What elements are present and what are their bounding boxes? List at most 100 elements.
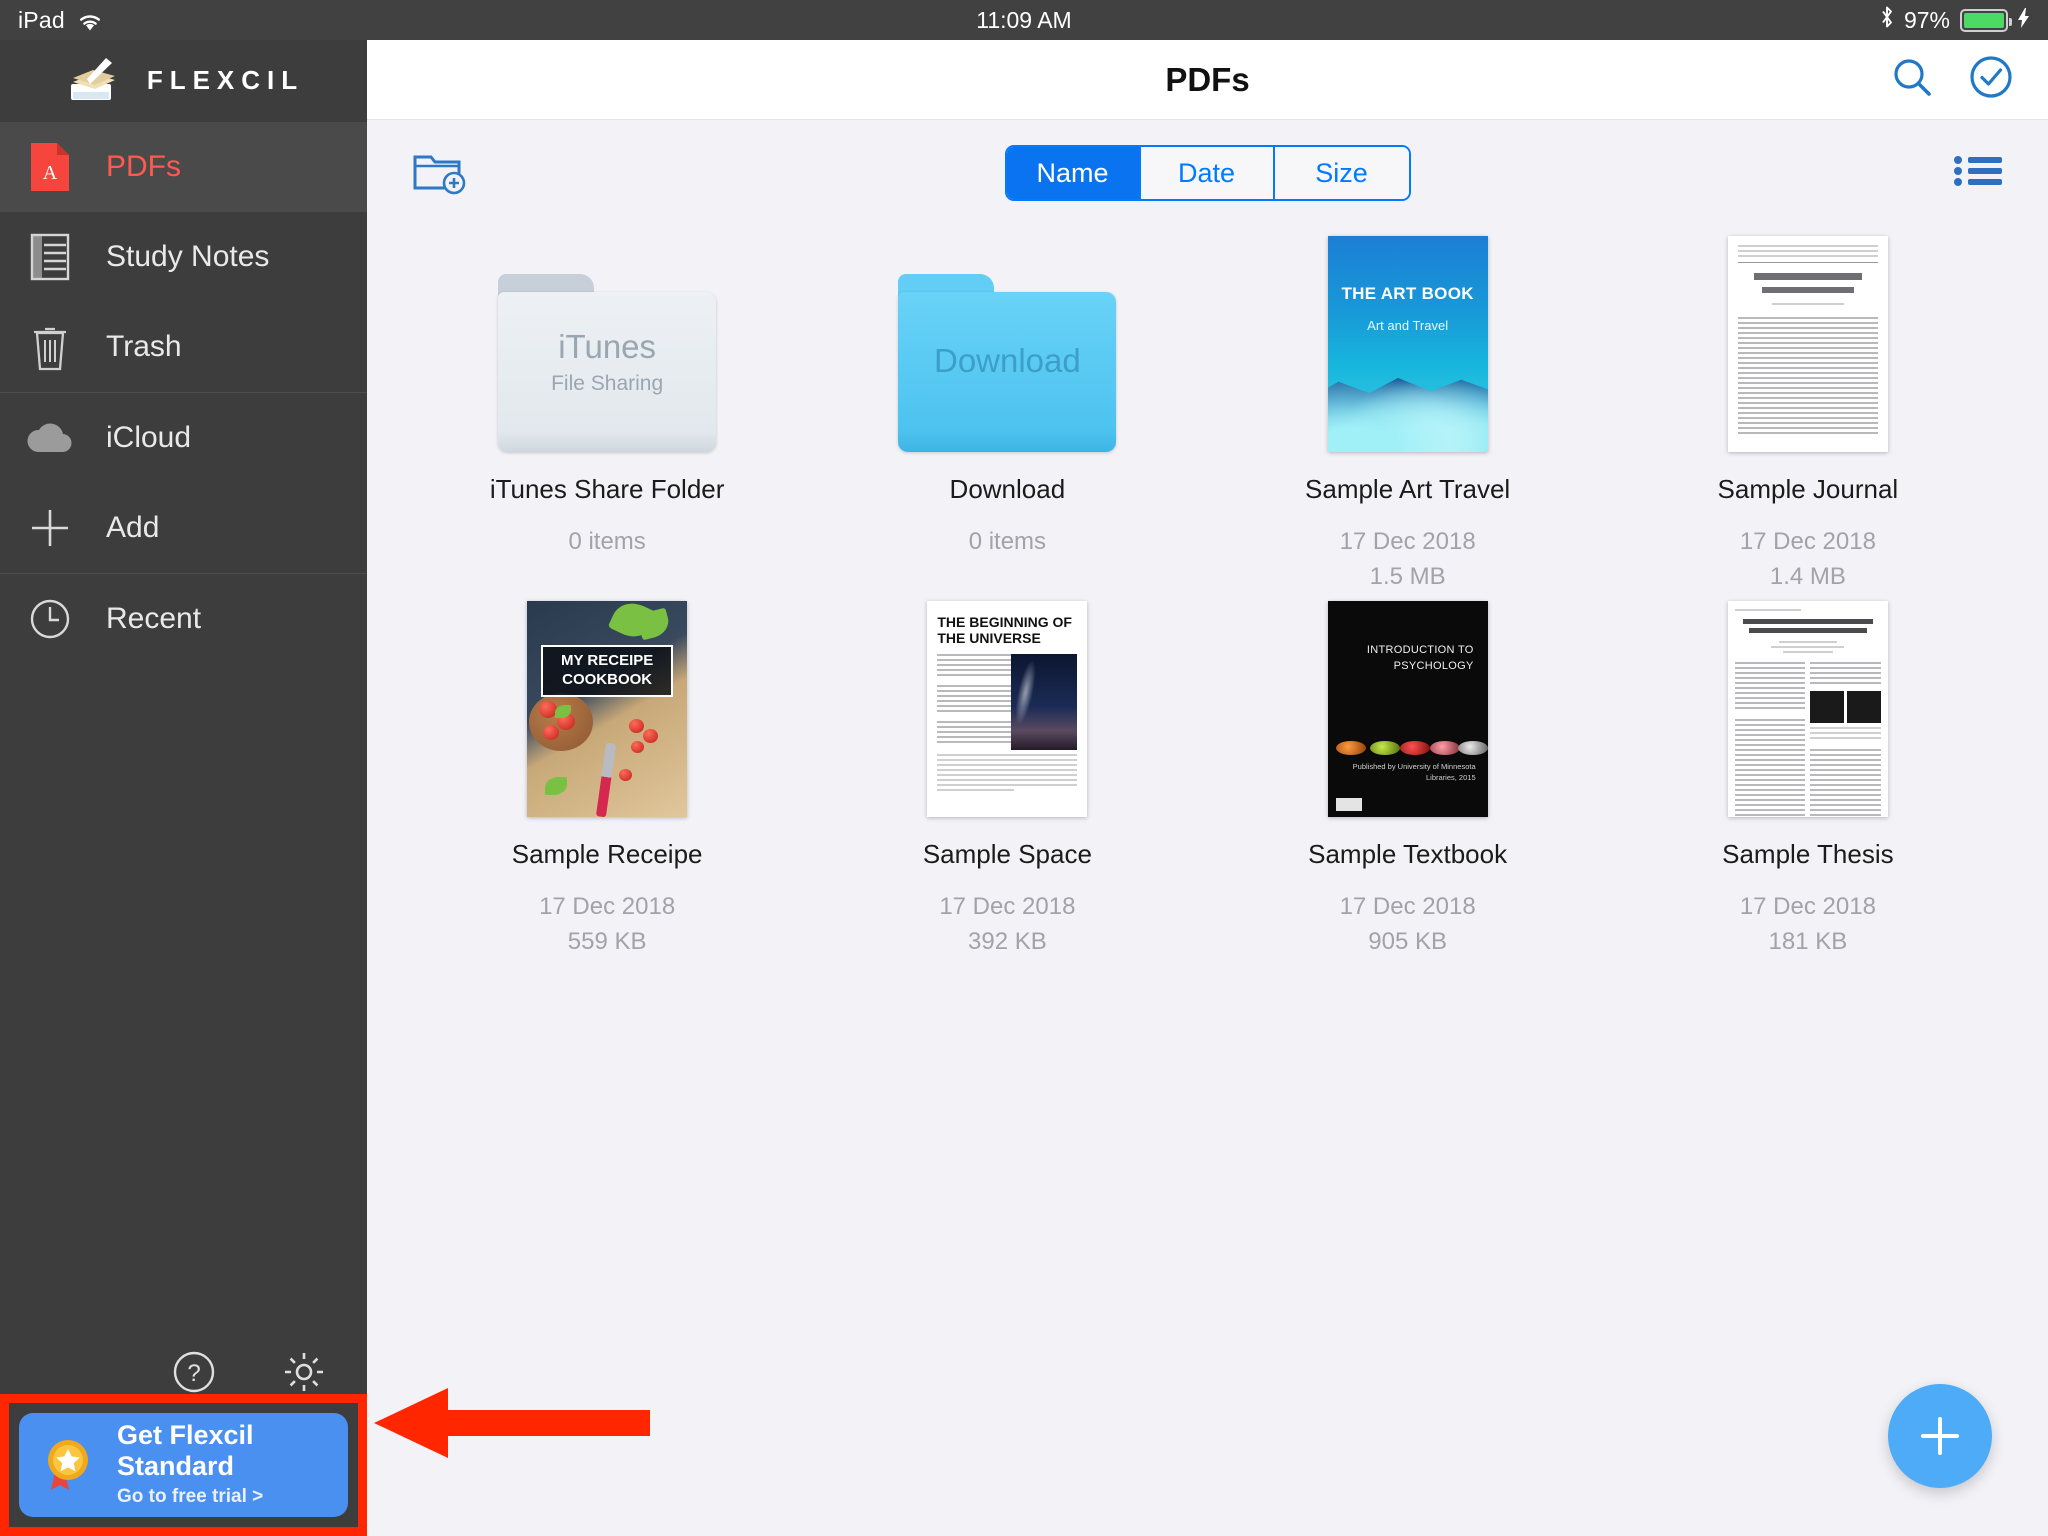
bluetooth-icon xyxy=(1880,5,1894,35)
file-item-sample-receipe[interactable]: MY RECEIPE COOKBOOK Sample Receipe 17 De… xyxy=(407,599,807,964)
page-title: PDFs xyxy=(1165,60,1250,98)
thumbnail: MY RECEIPE COOKBOOK xyxy=(527,599,688,817)
promo-text-group: Get Flexcil Standard Go to free trial > xyxy=(117,1420,330,1510)
file-grid: iTunes File Sharing iTunes Share Folder … xyxy=(367,226,2048,1536)
file-size: 905 KB xyxy=(1368,927,1447,955)
file-meta: 17 Dec 2018 181 KB xyxy=(1740,890,1876,960)
promo-highlight-box: Get Flexcil Standard Go to free trial > xyxy=(0,1394,367,1536)
status-bar-left: iPad xyxy=(18,7,103,34)
gear-icon[interactable] xyxy=(280,1348,328,1396)
file-size: 1.4 MB xyxy=(1769,562,1846,590)
promo-subtitle: Go to free trial > xyxy=(117,1486,264,1508)
sidebar-nav: A PDFs Study Notes Trash iCloud Add Rece… xyxy=(0,122,367,664)
file-meta: 0 items xyxy=(968,528,1047,555)
ipad-screen: iPad 11:09 AM 97% FLEXCIL A PDFs Study N… xyxy=(0,0,2048,1536)
sort-segmented-control[interactable]: Name Date Size xyxy=(1004,145,1411,201)
thumbnail: THE BEGINNING OF THE UNIVERSE xyxy=(927,599,1088,817)
file-item-sample-thesis[interactable]: Sample Thesis 17 Dec 2018 181 KB xyxy=(1608,599,2008,964)
plus-icon xyxy=(22,500,78,556)
file-meta: 0 items xyxy=(568,528,646,555)
cover-subtitle: Art and Travel xyxy=(1367,318,1449,333)
file-name: Sample Journal xyxy=(1717,474,1899,504)
plus-icon xyxy=(1921,1417,1959,1455)
cover-title: MY RECEIPE xyxy=(561,652,654,670)
battery-percent: 97% xyxy=(1903,6,1950,33)
thumbnail xyxy=(1727,234,1888,452)
thumbnail: iTunes File Sharing xyxy=(498,234,717,452)
sidebar-item-label: iCloud xyxy=(106,421,192,454)
file-size: 1.5 MB xyxy=(1369,562,1446,590)
thumbnail: THE ART BOOK Art and Travel xyxy=(1327,234,1488,452)
app-brand: FLEXCIL xyxy=(0,40,367,120)
pdf-cover-thesis xyxy=(1727,601,1888,817)
battery-icon xyxy=(1960,8,2012,32)
cover-subtitle: COOKBOOK xyxy=(562,671,653,688)
file-item-download[interactable]: Download Download 0 items xyxy=(807,234,1207,599)
file-size: 392 KB xyxy=(968,927,1047,955)
pdf-cover-art: THE ART BOOK Art and Travel xyxy=(1327,236,1488,452)
folder-label-main: Download xyxy=(933,342,1081,379)
toolbar: Name Date Size xyxy=(367,120,2048,226)
file-date: 17 Dec 2018 xyxy=(939,893,1076,920)
list-view-icon[interactable] xyxy=(1952,151,2004,196)
sidebar-item-trash[interactable]: Trash xyxy=(0,302,367,392)
thumbnail xyxy=(1727,599,1888,817)
clock-icon xyxy=(22,591,78,647)
folder-label-main: iTunes xyxy=(558,328,657,365)
file-date: 17 Dec 2018 xyxy=(1739,528,1876,555)
file-name: Sample Thesis xyxy=(1722,839,1894,869)
file-meta: 17 Dec 2018 392 KB xyxy=(939,890,1075,960)
sort-option-date[interactable]: Date xyxy=(1140,147,1275,199)
pdf-file-icon: A xyxy=(22,139,78,195)
file-item-sample-journal[interactable]: Sample Journal 17 Dec 2018 1.4 MB xyxy=(1608,234,2008,599)
file-name: Sample Receipe xyxy=(511,839,703,869)
pdf-cover-recipe: MY RECEIPE COOKBOOK xyxy=(527,601,688,817)
cover-title: INTRODUCTION TO PSYCHOLOGY xyxy=(1366,644,1474,672)
svg-text:A: A xyxy=(43,162,58,184)
pdf-cover-journal xyxy=(1727,236,1888,452)
sort-option-size[interactable]: Size xyxy=(1274,147,1409,199)
sidebar-item-icloud[interactable]: iCloud xyxy=(0,393,367,483)
file-name: Download xyxy=(949,474,1066,504)
main-content: PDFs Name Date Size iTunes File Sharing … xyxy=(367,40,2048,1536)
gold-medal-icon xyxy=(37,1434,99,1496)
status-bar-time: 11:09 AM xyxy=(976,6,1072,33)
file-date: 17 Dec 2018 xyxy=(539,893,676,920)
sidebar-item-label: Recent xyxy=(106,602,202,635)
file-size: 559 KB xyxy=(567,927,647,955)
folder-icon: iTunes File Sharing xyxy=(498,274,717,452)
galaxy-photo xyxy=(1011,654,1078,751)
cover-subtitle: Published by University of Minnesota Lib… xyxy=(1352,761,1476,782)
add-file-fab-button[interactable] xyxy=(1888,1384,1992,1488)
thumbnail: Download xyxy=(898,234,1117,452)
cover-title-band: MY RECEIPE COOKBOOK xyxy=(541,645,674,697)
status-bar-right: 97% xyxy=(1880,5,2030,35)
sort-option-name[interactable]: Name xyxy=(1006,147,1141,199)
file-name: Sample Space xyxy=(922,839,1092,869)
file-item-sample-space[interactable]: THE BEGINNING OF THE UNIVERSE Sample Spa… xyxy=(807,599,1207,964)
cover-title: THE ART BOOK xyxy=(1341,284,1474,303)
check-circle-icon[interactable] xyxy=(1968,54,2014,105)
get-flexcil-standard-button[interactable]: Get Flexcil Standard Go to free trial > xyxy=(19,1413,348,1517)
sidebar-item-label: Trash xyxy=(106,330,182,363)
file-item-itunes-share-folder[interactable]: iTunes File Sharing iTunes Share Folder … xyxy=(407,234,807,599)
pdf-cover-psychology: INTRODUCTION TO PSYCHOLOGY Published by … xyxy=(1327,601,1488,817)
question-circle-icon[interactable]: ? xyxy=(170,1348,218,1396)
sidebar-item-pdfs[interactable]: A PDFs xyxy=(0,122,367,212)
file-item-sample-art-travel[interactable]: THE ART BOOK Art and Travel Sample Art T… xyxy=(1208,234,1608,599)
sidebar-item-label: Study Notes xyxy=(106,240,270,273)
app-brand-name: FLEXCIL xyxy=(146,64,305,95)
file-date: 17 Dec 2018 xyxy=(1339,893,1476,920)
file-item-sample-textbook[interactable]: INTRODUCTION TO PSYCHOLOGY Published by … xyxy=(1208,599,1608,964)
sidebar-item-study-notes[interactable]: Study Notes xyxy=(0,212,367,302)
sidebar-item-recent[interactable]: Recent xyxy=(0,574,367,664)
search-icon[interactable] xyxy=(1890,55,1934,104)
sidebar-item-add[interactable]: Add xyxy=(0,483,367,573)
cloud-icon xyxy=(22,410,78,466)
new-folder-icon[interactable] xyxy=(411,147,467,200)
file-meta: 17 Dec 2018 1.4 MB xyxy=(1740,525,1876,595)
red-arrow-left-icon xyxy=(370,1380,650,1466)
device-name: iPad xyxy=(18,6,65,33)
folder-label-sub: File Sharing xyxy=(551,372,664,395)
file-date: 17 Dec 2018 xyxy=(1739,893,1876,920)
